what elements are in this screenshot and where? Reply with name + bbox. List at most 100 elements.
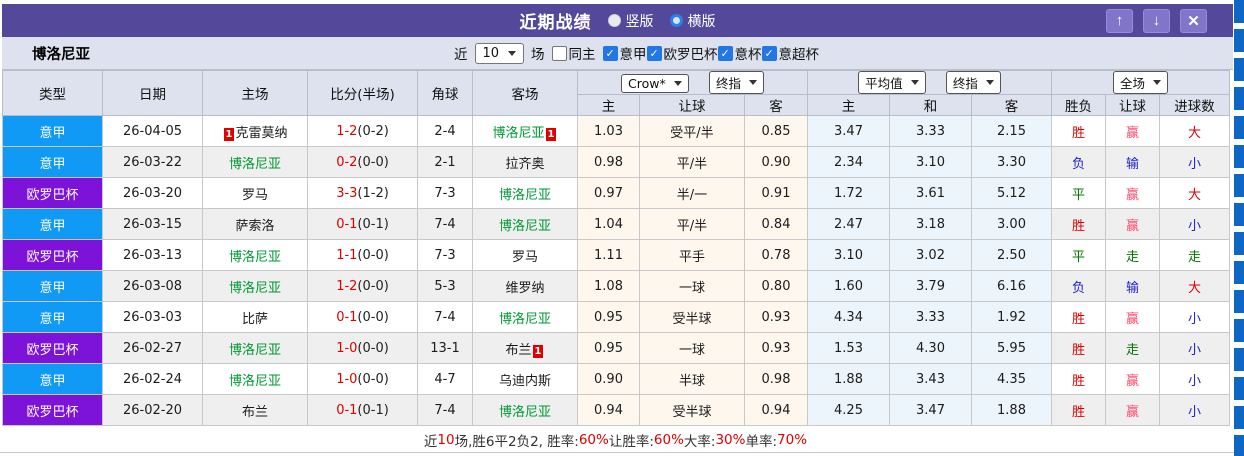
cell-home-team: 博洛尼亚 <box>202 146 308 178</box>
match-count-select[interactable]: 10 <box>474 42 525 64</box>
league-checkbox-label: 意甲 <box>619 47 647 63</box>
cell-euro-away-odds: 3.00 <box>970 208 1053 240</box>
table-row: 意甲 26-02-24 博洛尼亚 1-0(0-0) 4-7 乌迪内斯 0.90 … <box>2 363 1231 395</box>
cell-league: 欧罗巴杯 <box>2 177 103 209</box>
bookmaker-select[interactable]: Crow* <box>620 74 689 93</box>
cell-asia-home-odds: 0.95 <box>577 301 640 333</box>
cell-asia-handicap: 受半球 <box>639 394 745 426</box>
cell-asia-away-odds: 0.78 <box>744 239 808 271</box>
cell-euro-home-odds: 4.25 <box>807 394 890 426</box>
cell-corner: 7-3 <box>417 177 473 209</box>
league-checkbox-group: 意甲欧罗巴杯意杯意超杯 <box>602 43 819 63</box>
cell-date: 26-04-05 <box>102 115 203 147</box>
league-checkbox[interactable]: 意超杯 <box>761 43 819 63</box>
cell-away-team: 布兰 1 <box>472 332 578 364</box>
fulltime-score: 3-3 <box>336 185 358 201</box>
cell-asia-home-odds: 0.90 <box>577 363 640 395</box>
fulltime-score: 1-2 <box>336 123 358 139</box>
header-group-row: 类型 日期 主场 比分(半场) 角球 客场 Crow* 终指 平均值 终指 全场 <box>2 70 1231 116</box>
cell-euro-draw-odds: 3.47 <box>889 394 972 426</box>
move-down-button[interactable]: ↓ <box>1143 8 1170 33</box>
home-team-name: 罗马 <box>241 187 268 203</box>
cell-result-winloss: 胜 <box>1051 208 1107 240</box>
halftime-score: (0-2) <box>357 123 389 139</box>
red-card-badge: 1 <box>545 127 557 141</box>
halftime-score: (0-0) <box>357 371 389 387</box>
chevron-down-icon <box>910 80 919 85</box>
cell-score: 1-1(0-0) <box>307 239 418 271</box>
league-checkbox[interactable]: 意甲 <box>602 43 647 63</box>
euro-odds-source-select[interactable]: 平均值 <box>858 71 926 94</box>
close-button[interactable]: ✕ <box>1180 8 1207 33</box>
cell-euro-away-odds: 5.12 <box>970 177 1053 209</box>
cell-away-team: 乌迪内斯 <box>472 363 578 395</box>
close-icon: ✕ <box>1187 12 1200 30</box>
matches-label: 场 <box>531 47 545 63</box>
euro-odds-time-select[interactable]: 终指 <box>945 71 1001 94</box>
col-winloss: 胜负 <box>1051 94 1107 116</box>
cell-away-team: 博洛尼亚 <box>472 301 578 333</box>
cell-result-goals: 大 <box>1159 177 1231 209</box>
cell-away-team: 博洛尼亚 1 <box>472 115 578 147</box>
cell-league: 意甲 <box>2 146 103 178</box>
cell-euro-away-odds: 5.95 <box>970 332 1053 364</box>
chevron-down-icon <box>508 50 517 56</box>
cell-euro-away-odds: 3.30 <box>970 146 1053 178</box>
table-row: 意甲 26-03-22 博洛尼亚 0-2(0-0) 2-1 拉齐奥 0.98 平… <box>2 146 1231 178</box>
cell-euro-draw-odds: 4.30 <box>889 332 972 364</box>
cell-score: 1-2(0-2) <box>307 115 418 147</box>
cell-home-team: 博洛尼亚 <box>202 239 308 271</box>
asia-odds-time-select[interactable]: 终指 <box>709 71 765 94</box>
cell-euro-away-odds: 2.15 <box>970 115 1053 147</box>
move-up-button[interactable]: ↑ <box>1106 8 1133 33</box>
col-handicap-result: 让球 <box>1105 94 1161 116</box>
table-row: 欧罗巴杯 26-02-27 博洛尼亚 1-0(0-0) 13-1 布兰 1 0.9… <box>2 332 1231 364</box>
cell-date: 26-02-20 <box>102 394 203 426</box>
cell-corner: 7-3 <box>417 239 473 271</box>
cell-score: 1-2(0-0) <box>307 270 418 302</box>
cell-asia-away-odds: 0.94 <box>744 394 808 426</box>
cell-corner: 13-1 <box>417 332 473 364</box>
up-arrow-icon: ↑ <box>1115 12 1124 29</box>
cell-away-team: 维罗纳 <box>472 270 578 302</box>
away-team-name: 乌迪内斯 <box>498 373 551 389</box>
radio-selected-icon <box>669 14 683 27</box>
radio-vertical-layout[interactable]: 竖版 <box>607 11 654 31</box>
euro-odds-group: 平均值 终指 <box>806 70 1053 95</box>
cell-asia-handicap: 平手 <box>639 239 745 271</box>
home-team-name: 博洛尼亚 <box>228 342 281 358</box>
radio-horizontal-layout[interactable]: 横版 <box>669 11 716 31</box>
cell-home-team: 布兰 <box>202 394 308 426</box>
cell-corner: 7-4 <box>417 394 473 426</box>
cell-result-goals: 小 <box>1159 301 1231 333</box>
away-team-name: 博洛尼亚 <box>498 311 551 327</box>
table-row: 意甲 26-03-03 比萨 0-1(0-0) 7-4 博洛尼亚 0.95 受半… <box>2 301 1231 333</box>
col-type: 类型 <box>2 70 103 116</box>
league-checkbox[interactable]: 欧罗巴杯 <box>646 43 718 63</box>
cell-date: 26-02-24 <box>102 363 203 395</box>
cell-league: 欧罗巴杯 <box>2 239 103 271</box>
cell-result-handicap: 赢 <box>1105 208 1161 240</box>
checkbox-same-home[interactable]: 同主 <box>551 43 596 63</box>
cell-result-goals: 小 <box>1159 146 1231 178</box>
halftime-score: (0-0) <box>357 278 389 294</box>
radio-horizontal-label: 横版 <box>687 13 716 30</box>
table-row: 欧罗巴杯 26-03-20 罗马 3-3(1-2) 7-3 博洛尼亚 0.97 … <box>2 177 1231 209</box>
cell-corner: 7-4 <box>417 301 473 333</box>
col-away: 客场 <box>472 70 578 116</box>
col-home: 主场 <box>202 70 308 116</box>
cell-euro-draw-odds: 3.43 <box>889 363 972 395</box>
checkbox-checked-icon <box>761 45 777 61</box>
window-buttons: ↑ ↓ ✕ <box>1106 8 1233 33</box>
table-row: 意甲 26-04-05 1 克雷莫纳 1-2(0-2) 2-4 博洛尼亚 1 1.0… <box>2 115 1231 147</box>
scope-select[interactable]: 全场 <box>1113 71 1169 94</box>
cell-league: 欧罗巴杯 <box>2 332 103 364</box>
filter-controls: 近 10 场 同主 意甲欧罗巴杯意杯意超杯 <box>454 42 819 64</box>
summary-segment: 近 <box>423 433 438 450</box>
chevron-down-icon <box>985 80 994 85</box>
away-team-name: 博洛尼亚 <box>498 187 551 203</box>
home-team-name: 萨索洛 <box>235 218 275 234</box>
cell-date: 26-03-22 <box>102 146 203 178</box>
league-checkbox[interactable]: 意杯 <box>717 43 762 63</box>
radio-unselected-icon <box>607 14 621 27</box>
